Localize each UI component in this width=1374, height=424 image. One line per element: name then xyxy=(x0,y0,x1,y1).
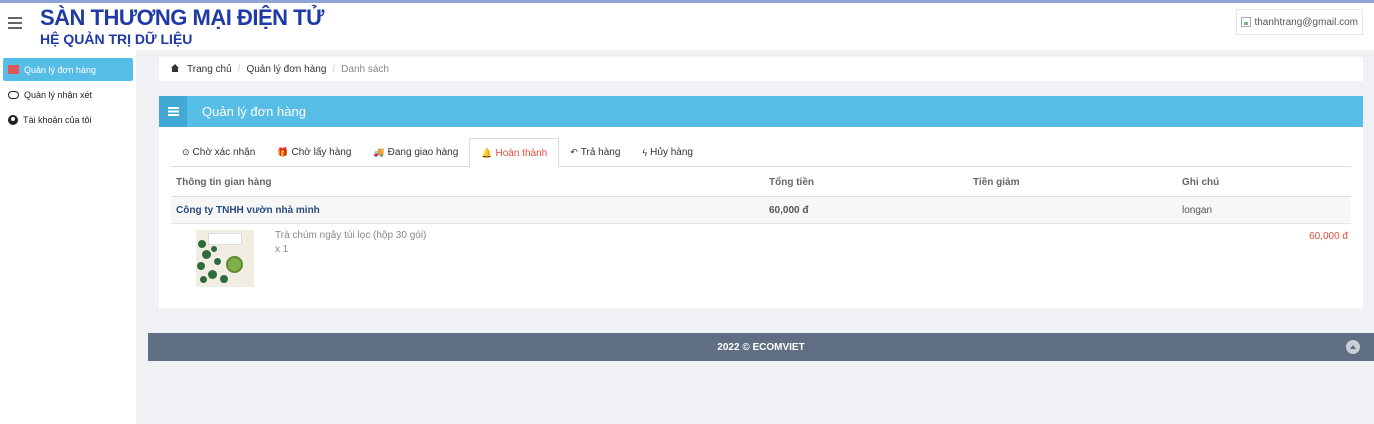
tab-shipping[interactable]: 🚚 Đang giao hàng xyxy=(362,138,469,167)
table-header: Thông tin gian hàng Tổng tiền Tiền giảm … xyxy=(171,169,1351,197)
tab-completed[interactable]: 🔔 Hoàn thành xyxy=(469,138,560,168)
column-header-shop-info: Thông tin gian hàng xyxy=(176,177,272,188)
product-name[interactable]: Trà chùm ngây túi lọc (hộp 30 gói) xyxy=(275,230,426,241)
sidebar-item-label: Quản lý nhận xét xyxy=(24,89,93,100)
tab-cancelled[interactable]: ϟ Hủy hàng xyxy=(631,138,704,167)
tab-label: Chờ xác nhận xyxy=(192,147,256,158)
list-icon xyxy=(159,96,187,127)
user-circle-icon xyxy=(8,114,18,125)
column-header-discount: Tiền giảm xyxy=(973,177,1020,188)
column-header-note: Ghi chú xyxy=(1182,177,1220,188)
column-header-total: Tổng tiền xyxy=(769,177,814,188)
truck-icon: 🚚 xyxy=(373,147,385,157)
tab-label: Hủy hàng xyxy=(650,147,693,158)
order-note: longan xyxy=(1182,205,1213,216)
gift-icon: 🎁 xyxy=(277,147,289,157)
product-thumbnail[interactable] xyxy=(196,230,254,287)
footer: 2022 © ECOMVIET xyxy=(148,333,1374,361)
brand-title[interactable]: SÀN THƯƠNG MẠI ĐIỆN TỬ xyxy=(40,5,324,31)
tab-label: Trả hàng xyxy=(580,147,621,158)
avatar-image-icon xyxy=(1241,17,1252,27)
breadcrumb-current: Danh sách xyxy=(341,63,389,75)
tab-label: Đang giao hàng xyxy=(387,147,459,158)
reply-arrow-icon: ↶ xyxy=(570,147,578,157)
panel-title: Quản lý đơn hàng xyxy=(202,104,306,119)
hamburger-menu-icon[interactable] xyxy=(8,17,22,29)
breadcrumb-home-link[interactable]: Trang chủ xyxy=(187,64,232,75)
sidebar-item-label: Tài khoản của tôi xyxy=(23,114,92,125)
panel-header: Quản lý đơn hàng xyxy=(159,96,1363,127)
sidebar-item-reviews[interactable]: Quản lý nhận xét xyxy=(3,83,133,106)
scroll-top-chevron-up-icon[interactable] xyxy=(1346,340,1360,354)
orders-panel: Quản lý đơn hàng ⊙ Chờ xác nhận 🎁 Chờ lấ… xyxy=(159,96,1363,308)
breadcrumb-section-link[interactable]: Quản lý đơn hàng xyxy=(246,64,326,75)
flag-icon xyxy=(8,65,19,74)
sidebar-item-orders[interactable]: Quản lý đơn hàng xyxy=(3,58,133,81)
brand-subtitle: HỆ QUẢN TRỊ DỮ LIỆU xyxy=(40,31,193,47)
user-menu[interactable]: thanhtrang@gmail.com xyxy=(1236,9,1363,35)
product-quantity: x 1 xyxy=(275,244,289,255)
shop-name[interactable]: Công ty TNHH vườn nhà minh xyxy=(176,197,320,225)
tab-returns[interactable]: ↶ Trả hàng xyxy=(559,138,631,167)
product-price: 60,000 đ xyxy=(1309,231,1348,242)
user-email: thanhtrang@gmail.com xyxy=(1254,16,1358,28)
breadcrumb-separator: / xyxy=(332,63,336,75)
bell-icon: 🔔 xyxy=(481,147,493,158)
sidebar-item-account[interactable]: Tài khoản của tôi xyxy=(3,108,133,131)
breadcrumb-separator: / xyxy=(237,63,241,75)
tab-label: Hoàn thành xyxy=(495,147,548,159)
footer-copyright: 2022 © ECOMVIET xyxy=(717,341,805,353)
tab-awaiting-pickup[interactable]: 🎁 Chờ lấy hàng xyxy=(266,138,362,167)
home-icon xyxy=(171,64,179,72)
breadcrumb: Trang chủ / Quản lý đơn hàng / Danh sách xyxy=(159,57,1363,81)
sidebar: Quản lý đơn hàng Quản lý nhận xét Tài kh… xyxy=(0,50,136,424)
order-total: 60,000 đ xyxy=(769,205,809,216)
comment-icon xyxy=(8,90,19,99)
clock-icon: ⊙ xyxy=(182,147,190,157)
bolt-icon: ϟ xyxy=(642,147,648,158)
tab-label: Chờ lấy hàng xyxy=(291,147,352,158)
order-status-tabs: ⊙ Chờ xác nhận 🎁 Chờ lấy hàng 🚚 Đang gia… xyxy=(171,138,1351,168)
sidebar-item-label: Quản lý đơn hàng xyxy=(24,64,96,75)
tab-pending-confirmation[interactable]: ⊙ Chờ xác nhận xyxy=(171,138,266,167)
table-row: Công ty TNHH vườn nhà minh 60,000 đ long… xyxy=(171,197,1351,224)
top-header: SÀN THƯƠNG MẠI ĐIỆN TỬ HỆ QUẢN TRỊ DỮ LI… xyxy=(0,0,1374,50)
